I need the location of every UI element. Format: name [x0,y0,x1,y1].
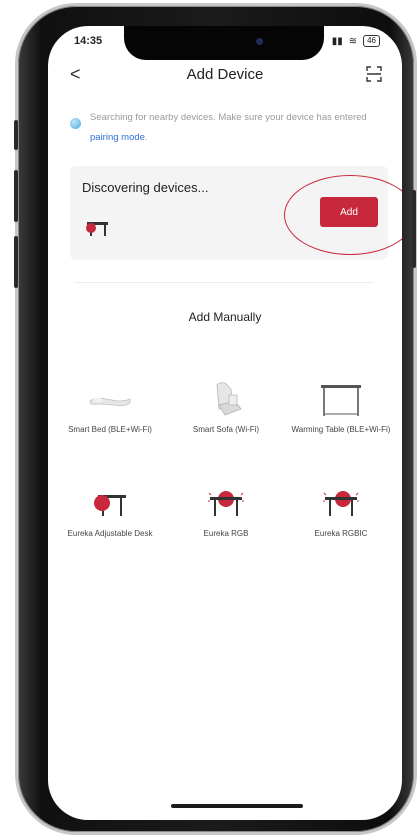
device-label: Eureka Adjustable Desk [67,529,153,538]
search-text: Searching for nearby devices. Make sure … [74,108,384,148]
volume-button [14,170,18,222]
device-warming-table[interactable]: Warming Table (BLE+Wi-Fi) [291,380,391,435]
power-button [412,190,416,268]
device-label: Eureka RGB [203,529,249,538]
device-smart-sofa[interactable]: Smart Sofa (Wi-Fi) [176,380,276,435]
wifi-icon: ≋ [348,35,358,47]
device-label: Warming Table (BLE+Wi-Fi) [291,425,391,434]
status-icons: ▮▮ ≋ 46 [332,35,380,47]
volume-button [14,236,18,288]
app-screen: 14:35 ▮▮ ≋ 46 < Add Device Searching for… [48,26,402,820]
device-eureka-adjustable-desk[interactable]: Eureka Adjustable Desk [60,484,160,539]
divider [74,282,374,283]
desk-icon [94,495,126,516]
search-message-suffix: . [144,132,148,143]
battery-icon: 46 [363,35,380,47]
volume-button [14,120,18,150]
searching-icon [70,118,81,129]
device-label: Smart Bed (BLE+Wi-Fi) [68,425,152,434]
device-eureka-rgb[interactable]: Eureka RGB [176,484,276,539]
device-label: Smart Sofa (Wi-Fi) [192,425,260,434]
nav-bar: < Add Device [48,60,402,90]
search-message: Searching for nearby devices. Make sure … [90,112,367,123]
signal-icon: ▮▮ [331,35,343,47]
status-time: 14:35 [74,35,103,47]
table-icon [321,385,361,416]
home-indicator[interactable] [171,804,303,808]
device-eureka-rgbic[interactable]: Eureka RGBIC [291,484,391,539]
device-smart-bed[interactable]: Smart Bed (BLE+Wi-Fi) [60,380,160,435]
bed-icon [89,397,131,407]
search-info: Searching for nearby devices. Make sure … [70,108,384,148]
desk-icon [86,222,108,236]
device-label: Eureka RGBIC [314,529,368,538]
rgbic-desk-icon [323,491,359,516]
pairing-mode-link[interactable]: pairing mode [90,132,145,143]
sofa-icon [216,382,242,416]
rgb-desk-icon [208,491,244,516]
add-manually-title: Add Manually [188,310,262,324]
page-title: Add Device [186,66,264,83]
status-bar: 14:35 ▮▮ ≋ 46 [48,32,402,52]
scan-icon[interactable] [366,66,382,82]
discovery-title: Discovering devices... [82,180,209,195]
